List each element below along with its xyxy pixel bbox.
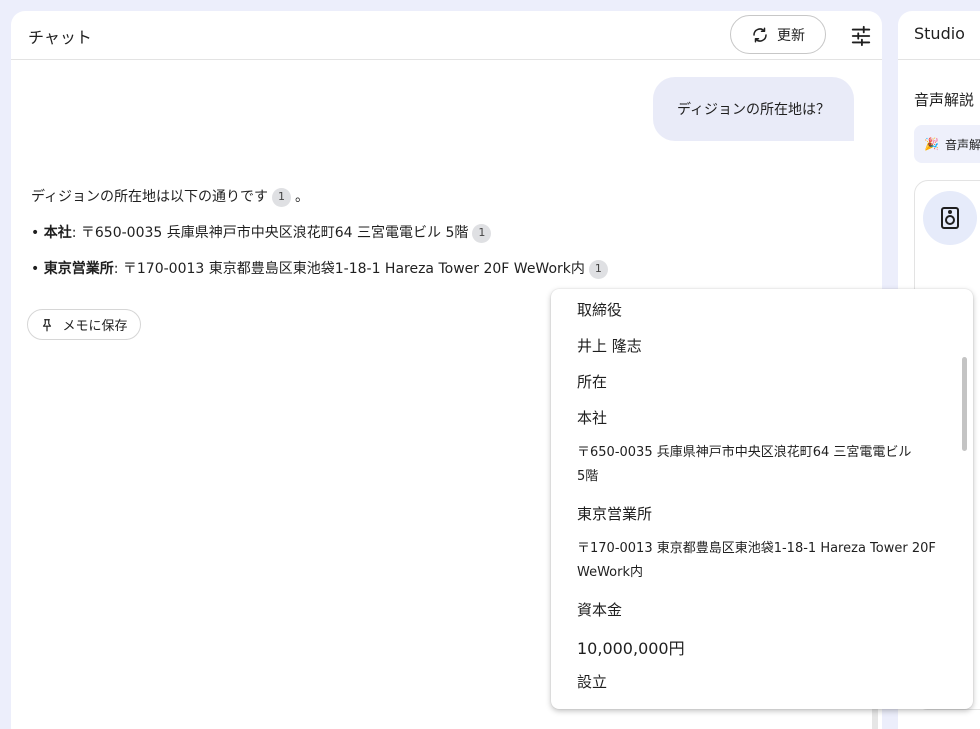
dropdown-item[interactable]: 所在 xyxy=(577,371,607,392)
dropdown-item[interactable]: 取締役 xyxy=(577,299,622,320)
dropdown-item[interactable]: 〒170-0013 東京都豊島区東池袋1-18-1 Hareza Tower 2… xyxy=(577,537,936,561)
citation-chip[interactable]: 1 xyxy=(588,259,608,279)
dropdown-item[interactable]: 資本金 xyxy=(577,599,622,620)
studio-title: Studio xyxy=(914,24,965,43)
save-to-note-label: メモに保存 xyxy=(62,319,128,334)
dropdown-item[interactable]: 本社 xyxy=(577,407,607,428)
dropdown-item[interactable]: WeWork内 xyxy=(577,561,643,585)
chat-header: チャット 更新 xyxy=(11,11,882,60)
dropdown-item[interactable]: 5階 xyxy=(577,465,598,489)
hq-label: 本社 xyxy=(43,225,72,241)
answer-tokyo-line: • 東京営業所: 〒170-0013 東京都豊島区東池袋1-18-1 Harez… xyxy=(31,259,612,279)
answer-intro-line: ディジョンの所在地は以下の通りです 1 。 xyxy=(31,187,612,207)
assistant-answer: ディジョンの所在地は以下の通りです 1 。 • 本社: 〒650-0035 兵庫… xyxy=(31,187,612,279)
user-message-text: ディジョンの所在地は？ xyxy=(676,102,831,118)
party-icon: 🎉 xyxy=(924,137,939,151)
bullet: • xyxy=(31,225,40,241)
answer-intro: ディジョンの所在地は以下の通りです xyxy=(31,189,269,205)
speaker-icon-badge xyxy=(923,191,977,245)
dropdown-item[interactable]: 設立 xyxy=(577,671,607,692)
dropdown-item[interactable]: 東京営業所 xyxy=(577,503,652,524)
bullet: • xyxy=(31,261,40,277)
speaker-icon xyxy=(941,207,959,229)
citation-chip[interactable]: 1 xyxy=(272,187,292,207)
refresh-button[interactable]: 更新 xyxy=(730,15,826,54)
answer-hq-line: • 本社: 〒650-0035 兵庫県神戸市中央区浪花町64 三宮電電ビル 5階… xyxy=(31,223,612,243)
hq-address: : 〒650-0035 兵庫県神戸市中央区浪花町64 三宮電電ビル 5階 xyxy=(71,225,469,241)
audio-overview-chip[interactable]: 🎉 音声解 xyxy=(914,125,980,163)
source-dropdown[interactable]: 取締役 井上 隆志 所在 本社 〒650-0035 兵庫県神戸市中央区浪花町64… xyxy=(551,289,973,709)
pin-icon xyxy=(43,318,52,331)
answer-intro-end: 。 xyxy=(295,189,310,205)
tokyo-label: 東京営業所 xyxy=(43,261,114,277)
user-message-bubble: ディジョンの所在地は？ xyxy=(653,77,854,141)
audio-overview-title: 音声解説 xyxy=(914,91,975,109)
dropdown-item[interactable]: 〒650-0035 兵庫県神戸市中央区浪花町64 三宮電電ビル xyxy=(577,441,911,465)
dropdown-scrollbar[interactable] xyxy=(962,357,967,451)
audio-chip-label: 音声解 xyxy=(944,137,980,152)
tokyo-address: : 〒170-0013 東京都豊島区東池袋1-18-1 Hareza Tower… xyxy=(113,261,585,277)
tune-icon[interactable] xyxy=(850,25,872,47)
studio-header: Studio xyxy=(898,11,980,60)
chat-title: チャット xyxy=(28,28,92,47)
refresh-label: 更新 xyxy=(777,27,805,44)
dropdown-item[interactable]: 井上 隆志 xyxy=(577,335,642,356)
citation-chip[interactable]: 1 xyxy=(472,223,492,243)
dropdown-item[interactable]: 10,000,000円 xyxy=(577,635,685,659)
refresh-icon xyxy=(753,27,767,42)
save-to-note-button[interactable]: メモに保存 xyxy=(27,309,141,340)
